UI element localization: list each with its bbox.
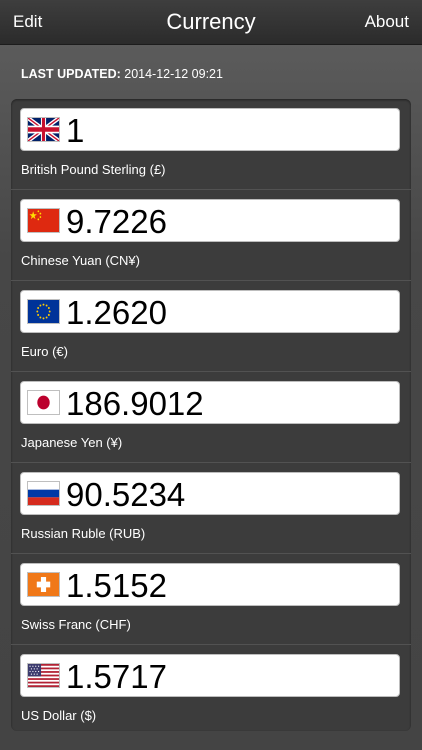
currency-row-rub: 90.5234 Russian Ruble (RUB): [11, 463, 411, 554]
amount-field-chf[interactable]: 1.5152: [20, 563, 400, 606]
amount-value: 1.5152: [66, 567, 167, 604]
currency-row-gbp: 1 British Pound Sterling (£): [11, 99, 411, 190]
last-updated: LAST UPDATED: 2014-12-12 09:21: [21, 67, 223, 81]
currency-name: Japanese Yen (¥): [21, 435, 123, 450]
amount-value: 1: [66, 112, 85, 149]
currency-name: Russian Ruble (RUB): [21, 526, 146, 541]
eu-flag-icon: [28, 300, 59, 323]
main-content: LAST UPDATED: 2014-12-12 09:21 1 British…: [0, 45, 422, 750]
currency-name: Euro (€): [21, 344, 68, 359]
last-updated-label: LAST UPDATED:: [21, 67, 121, 81]
currency-row-chf: 1.5152 Swiss Franc (CHF): [11, 554, 411, 645]
currency-row-eur: 1.2620 Euro (€): [11, 281, 411, 372]
switzerland-flag-icon: [28, 573, 59, 596]
amount-value: 90.5234: [66, 476, 186, 513]
amount-value: 1.2620: [66, 294, 167, 331]
amount-value: 1.5717: [66, 658, 167, 695]
last-updated-value: 2014-12-12 09:21: [124, 67, 223, 81]
currency-name: British Pound Sterling (£): [21, 162, 166, 177]
currency-name: Swiss Franc (CHF): [21, 617, 131, 632]
japan-flag-icon: [28, 391, 59, 414]
currency-list: 1 British Pound Sterling (£) 9.7226 Chin…: [11, 99, 411, 731]
amount-field-gbp[interactable]: 1: [20, 108, 400, 151]
currency-row-jpy: 186.9012 Japanese Yen (¥): [11, 372, 411, 463]
currency-row-cny: 9.7226 Chinese Yuan (CN¥): [11, 190, 411, 281]
amount-field-rub[interactable]: 90.5234: [20, 472, 400, 515]
china-flag-icon: [28, 209, 59, 232]
about-button[interactable]: About: [365, 12, 409, 32]
currency-name: US Dollar ($): [21, 708, 97, 723]
russia-flag-icon: [28, 482, 59, 505]
currency-name: Chinese Yuan (CN¥): [21, 253, 140, 268]
uk-flag-icon: [28, 118, 59, 141]
amount-field-cny[interactable]: 9.7226: [20, 199, 400, 242]
usa-flag-icon: [28, 664, 59, 687]
amount-field-usd[interactable]: 1.5717: [20, 654, 400, 697]
amount-field-eur[interactable]: 1.2620: [20, 290, 400, 333]
amount-value: 9.7226: [66, 203, 167, 240]
amount-field-jpy[interactable]: 186.9012: [20, 381, 400, 424]
nav-bar: Edit Currency About: [0, 0, 422, 45]
page-title: Currency: [166, 9, 256, 34]
amount-value: 186.9012: [66, 385, 204, 422]
currency-row-usd: 1.5717 US Dollar ($): [11, 645, 411, 731]
